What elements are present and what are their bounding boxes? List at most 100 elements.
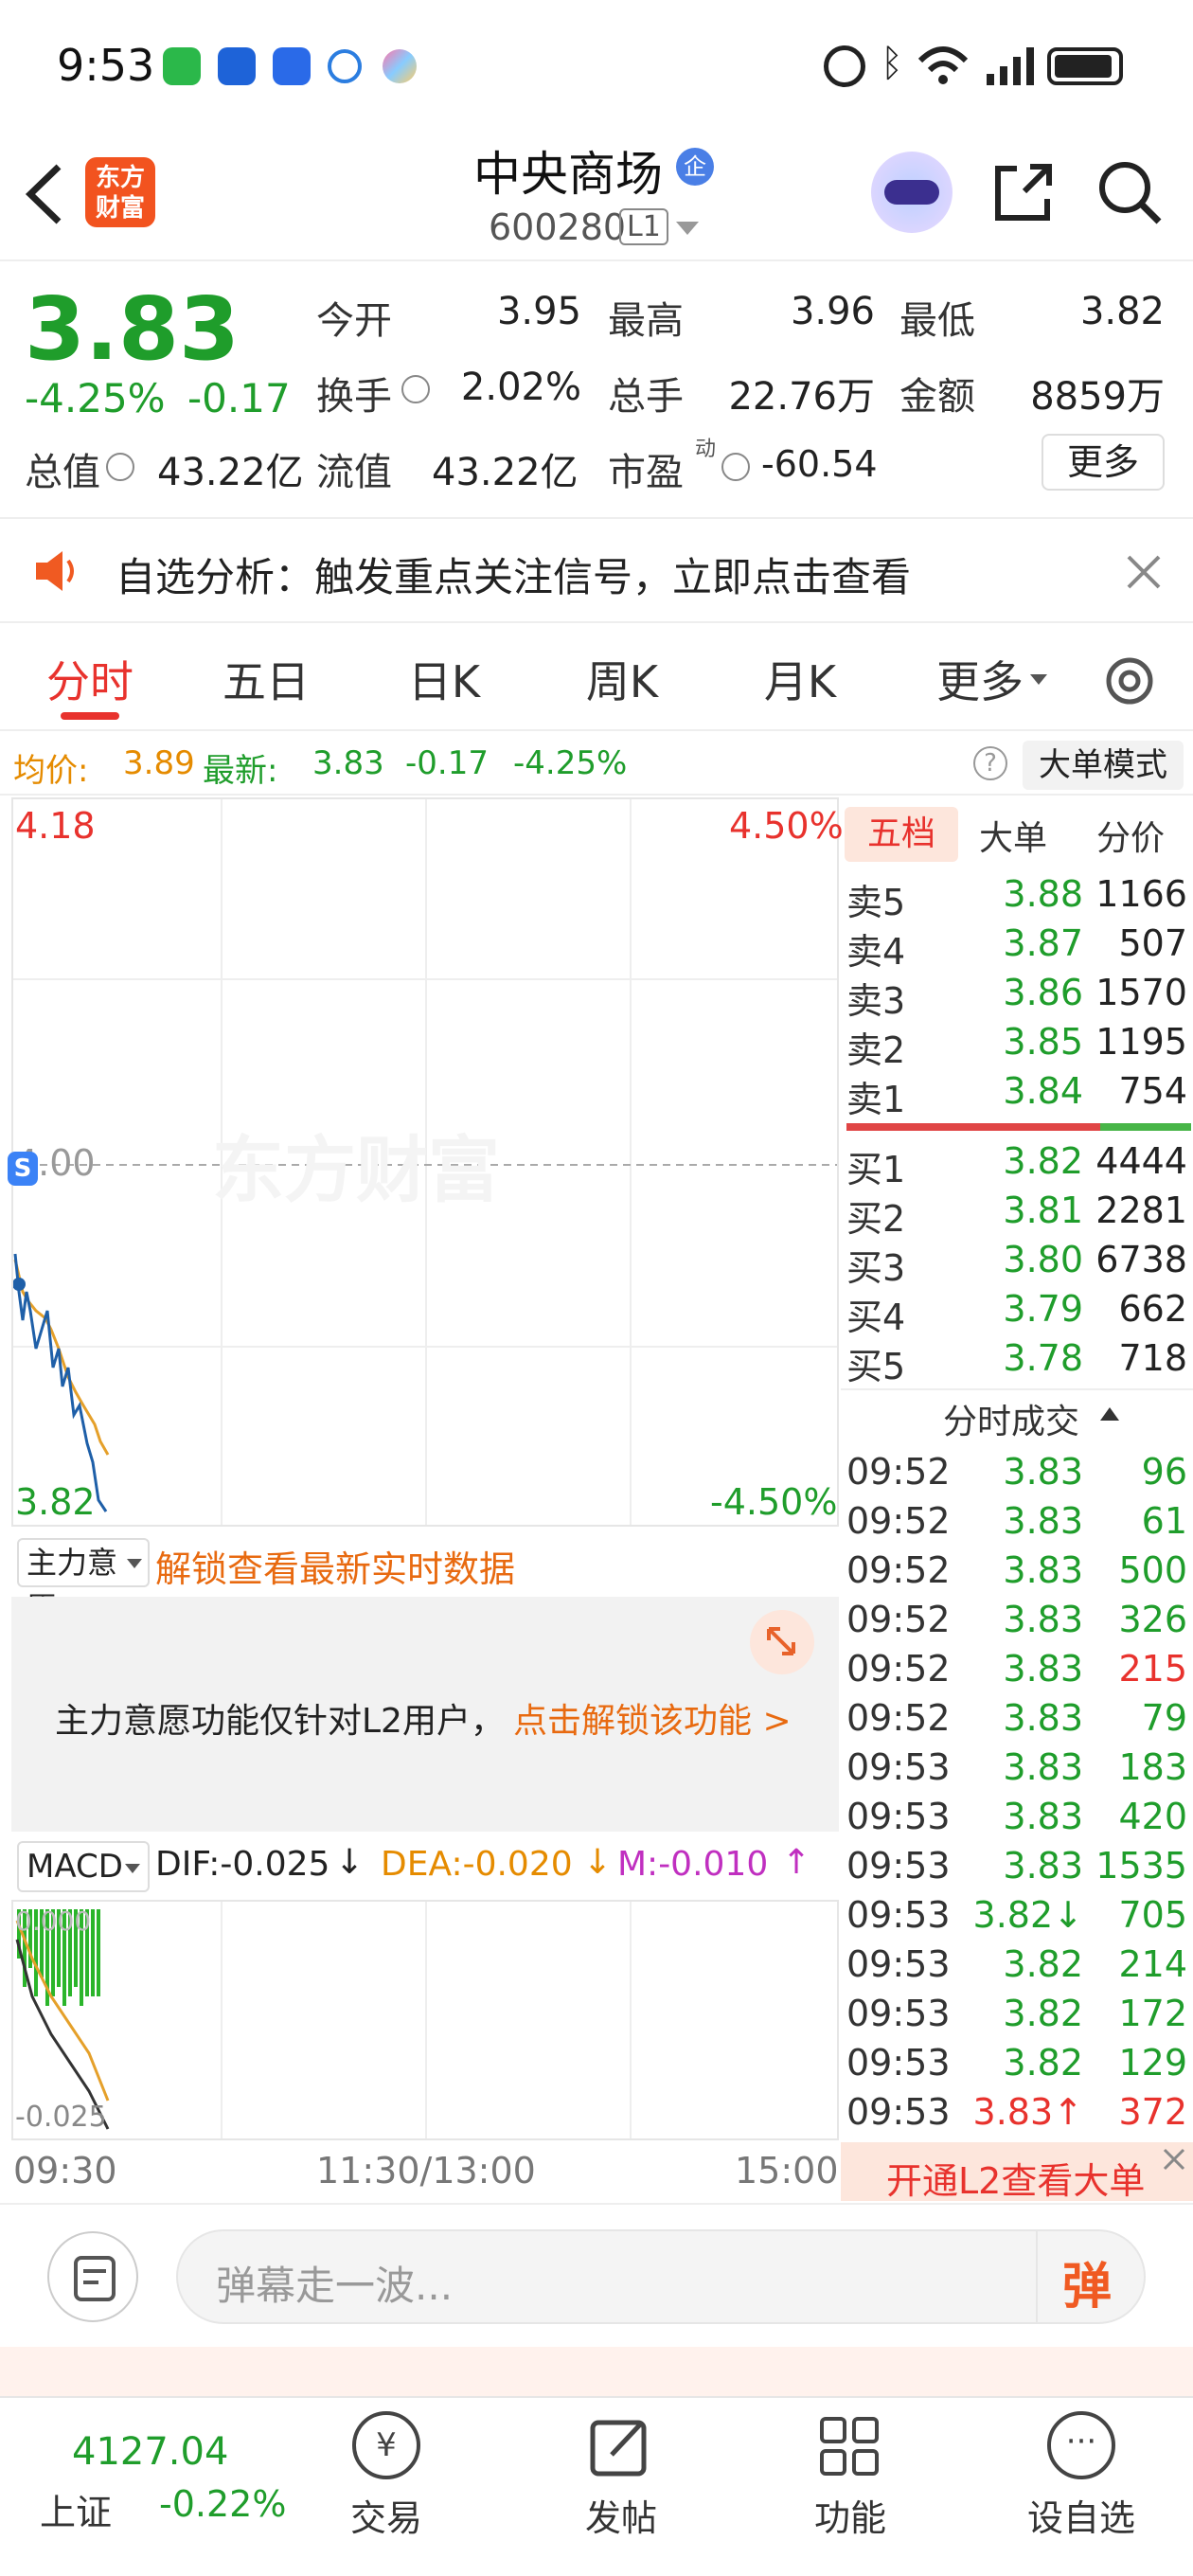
index-name[interactable]: 上证 (40, 2483, 112, 2535)
comment-list-button[interactable] (47, 2231, 138, 2322)
macd-chart[interactable]: 0.000 -0.025 (11, 1900, 839, 2140)
back-button[interactable] (21, 161, 68, 227)
level-badge: L1 (619, 208, 668, 245)
time-axis: 09:30 11:30/13:00 15:00 (11, 2142, 839, 2199)
trade-row[interactable]: 09:52 3.83 500 (846, 1549, 1187, 1599)
trade-row-v: 420 (1118, 1796, 1187, 1837)
trades-title[interactable]: 分时成交 (943, 1394, 1079, 1443)
latest-pct: -4.25% (513, 744, 628, 782)
trade-row-v: 215 (1118, 1648, 1187, 1690)
tab-big-order[interactable]: 大单 (979, 811, 1047, 860)
post-icon[interactable] (587, 2413, 653, 2479)
ask-row[interactable]: 卖5 3.88 1166 (846, 873, 1187, 923)
ask-row-price: 3.86 (1003, 972, 1083, 1013)
ask-row-vol: 1166 (1095, 873, 1187, 915)
tab-five-day[interactable]: 五日 (205, 648, 328, 710)
trade-row[interactable]: 09:53 3.83↑ 372 (846, 2091, 1187, 2140)
big-order-mode-button[interactable]: 大单模式 (1023, 741, 1184, 790)
more-dots-icon[interactable]: ··· (1047, 2411, 1115, 2479)
trade-icon[interactable]: ¥ (352, 2411, 420, 2479)
trade-row-p: 3.82↓ (972, 1894, 1083, 1936)
bid-row[interactable]: 买3 3.80 6738 (846, 1239, 1187, 1289)
nav-add-watchlist[interactable]: 设自选 (996, 2489, 1166, 2541)
trade-row[interactable]: 09:53 3.82↓ 705 (846, 1894, 1187, 1943)
notice-bar[interactable]: 自选分析：触发重点关注信号，立即点击查看 (0, 517, 1193, 623)
tab-more[interactable]: 更多 (918, 648, 1042, 710)
chevron-down-icon (1030, 674, 1047, 685)
trade-row[interactable]: 09:53 3.83 183 (846, 1746, 1187, 1796)
trade-row[interactable]: 09:53 3.82 214 (846, 1943, 1187, 1993)
nav-trade[interactable]: 交易 (301, 2489, 472, 2541)
robot-assistant-icon[interactable] (871, 152, 953, 233)
trade-row-t: 09:52 (846, 1697, 951, 1739)
tab-weekly-k[interactable]: 周K (561, 648, 684, 710)
search-icon[interactable] (1096, 159, 1165, 227)
open-l2-banner[interactable]: 开通L2查看大单 (841, 2142, 1193, 2202)
trade-row[interactable]: 09:53 3.83 420 (846, 1796, 1187, 1845)
trade-row-p: 3.83 (1003, 1648, 1083, 1690)
ask-row-label: 卖1 (846, 1079, 906, 1120)
nav-post[interactable]: 发帖 (536, 2489, 706, 2541)
trade-row[interactable]: 09:53 3.83 1535 (846, 1845, 1187, 1894)
trade-row[interactable]: 09:52 3.83 79 (846, 1697, 1187, 1746)
trade-row[interactable]: 09:52 3.83 96 (846, 1451, 1187, 1500)
trade-row-v: 214 (1118, 1943, 1187, 1985)
logo-line2: 财富 (95, 194, 145, 223)
chevron-up-icon[interactable] (1100, 1407, 1119, 1421)
tab-indicator (61, 712, 119, 720)
trade-row[interactable]: 09:52 3.83 326 (846, 1599, 1187, 1648)
index-change[interactable]: -0.22% (159, 2483, 286, 2525)
tab-daily-k[interactable]: 日K (383, 648, 506, 710)
trade-row-p: 3.82 (1003, 2042, 1083, 2084)
trade-row-t: 09:53 (846, 1746, 951, 1788)
tab-intraday[interactable]: 分时 (28, 648, 151, 710)
bid-row[interactable]: 买4 3.79 662 (846, 1288, 1187, 1338)
danmaku-send-button[interactable]: 弹 (1062, 2246, 1112, 2317)
bid-row[interactable]: 买5 3.78 718 (846, 1337, 1187, 1387)
alarm-icon (824, 45, 865, 87)
close-icon[interactable] (1161, 2146, 1187, 2173)
trade-row[interactable]: 09:53 3.82 172 (846, 1993, 1187, 2042)
bid-row[interactable]: 买1 3.82 4444 (846, 1140, 1187, 1190)
close-icon[interactable] (1125, 553, 1163, 591)
tab-price-distribution[interactable]: 分价 (1096, 811, 1165, 860)
comment-input[interactable]: 弹幕走一波... 弹 (176, 2229, 1146, 2324)
more-button[interactable]: 更多 (1042, 434, 1165, 491)
share-icon[interactable] (990, 159, 1057, 225)
pe-sup: 动 (695, 438, 717, 461)
open-value: 3.95 (496, 290, 581, 333)
info-icon[interactable] (401, 375, 430, 403)
unlock-feature-link[interactable]: 点击解锁该功能 > (513, 1693, 792, 1743)
gear-icon[interactable] (1098, 650, 1161, 712)
ask-row[interactable]: 卖3 3.86 1570 (846, 972, 1187, 1022)
ask-row[interactable]: 卖1 3.84 754 (846, 1070, 1187, 1120)
trade-row-p: 3.83 (1003, 1796, 1083, 1837)
trade-row[interactable]: 09:52 3.83 215 (846, 1648, 1187, 1697)
ask-row[interactable]: 卖4 3.87 507 (846, 922, 1187, 973)
macd-dif: DIF:-0.025 (155, 1845, 330, 1884)
index-value[interactable]: 4127.04 (72, 2430, 228, 2474)
help-icon[interactable]: ? (973, 746, 1007, 780)
status-bar: 9:53 ᛒ (0, 0, 1193, 133)
divider (1036, 2231, 1038, 2322)
wifi-icon (917, 46, 969, 84)
grid-icon[interactable] (816, 2413, 882, 2479)
info-icon[interactable] (106, 453, 134, 481)
s-point-badge[interactable]: S (8, 1152, 38, 1186)
bid-row[interactable]: 买2 3.81 2281 (846, 1190, 1187, 1240)
tab-monthly-k[interactable]: 月K (739, 648, 862, 710)
trade-row[interactable]: 09:52 3.83 61 (846, 1500, 1187, 1549)
unlock-realtime-link[interactable]: 解锁查看最新实时数据 (155, 1540, 515, 1592)
trade-row[interactable]: 09:53 3.82 129 (846, 2042, 1187, 2091)
latest-change: -0.17 (405, 744, 489, 782)
ask-row[interactable]: 卖2 3.85 1195 (846, 1021, 1187, 1071)
expand-icon[interactable] (750, 1610, 814, 1674)
tab-five-level[interactable]: 五档 (845, 807, 958, 862)
assistant-app-icon (383, 49, 417, 83)
speaker-icon (36, 551, 74, 591)
intraday-chart[interactable]: 东方财富 4.18 4.50% 4.00 S 3.82 -4.50% (8, 797, 844, 1527)
chevron-down-icon[interactable] (676, 222, 699, 235)
info-icon[interactable] (721, 453, 750, 481)
ask-row-vol: 507 (1118, 922, 1187, 964)
nav-functions[interactable]: 功能 (765, 2489, 935, 2541)
